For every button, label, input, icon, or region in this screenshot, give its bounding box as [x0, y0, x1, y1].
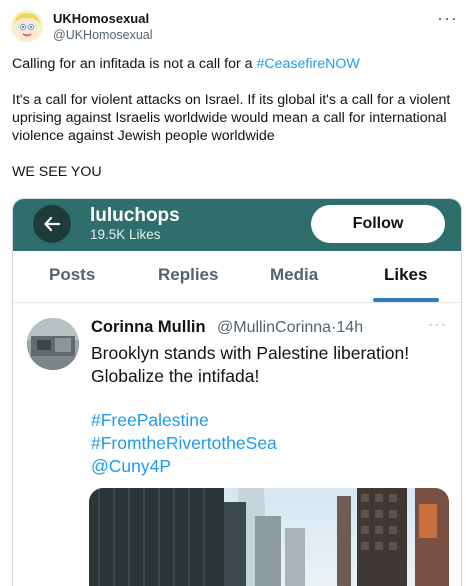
tab-media[interactable]: Media [270, 265, 318, 285]
tweet-author-handle[interactable]: @UKHomosexual [53, 28, 153, 42]
more-horizontal-icon[interactable]: ··· [437, 8, 458, 29]
tab-posts[interactable]: Posts [49, 265, 95, 285]
tweet-paragraph-3: WE SEE YOU [12, 164, 102, 180]
post-author-avatar[interactable] [27, 318, 79, 370]
tweet-avatar[interactable] [11, 10, 43, 42]
post-photo[interactable] [89, 488, 449, 586]
profile-likes-count: 19.5K Likes [90, 227, 161, 242]
post-author-handle[interactable]: @MullinCorinna [217, 319, 331, 336]
back-arrow-icon[interactable] [33, 205, 71, 243]
tweet-text-prefix: Calling for an infitada is not a call fo… [12, 56, 257, 72]
profile-name: luluchops [90, 205, 180, 226]
profile-header: luluchops 19.5K Likes Follow [13, 199, 461, 251]
post-meta: @MullinCorinna·14h [217, 319, 363, 337]
follow-button[interactable]: Follow [311, 205, 445, 243]
tab-replies[interactable]: Replies [158, 265, 218, 285]
tweet-paragraph-1: Calling for an infitada is not a call fo… [12, 55, 462, 73]
post-time[interactable]: 14h [336, 319, 363, 336]
mention-link[interactable]: @Cuny4P [91, 455, 277, 478]
post-text: Brooklyn stands with Palestine liberatio… [91, 343, 410, 386]
profile-tabs: Posts Replies Media Likes [13, 251, 461, 303]
more-horizontal-icon[interactable]: ··· [428, 316, 447, 334]
hashtag-link[interactable]: #CeasefireNOW [256, 56, 359, 72]
post-author-name[interactable]: Corinna Mullin [91, 318, 206, 337]
post-tags: #FreePalestine #FromtheRivertotheSea @Cu… [91, 409, 277, 478]
tweet-text: Calling for an infitada is not a call fo… [12, 55, 462, 199]
active-tab-indicator [373, 298, 439, 302]
tweet-paragraph-2: It's a call for violent attacks on Israe… [12, 92, 451, 144]
tweet-author-name[interactable]: UKHomosexual [53, 11, 149, 26]
embedded-screenshot[interactable]: luluchops 19.5K Likes Follow Posts Repli… [12, 198, 462, 586]
tab-likes[interactable]: Likes [384, 265, 427, 285]
hashtag-link[interactable]: #FromtheRivertotheSea [91, 432, 277, 455]
hashtag-link[interactable]: #FreePalestine [91, 409, 277, 432]
